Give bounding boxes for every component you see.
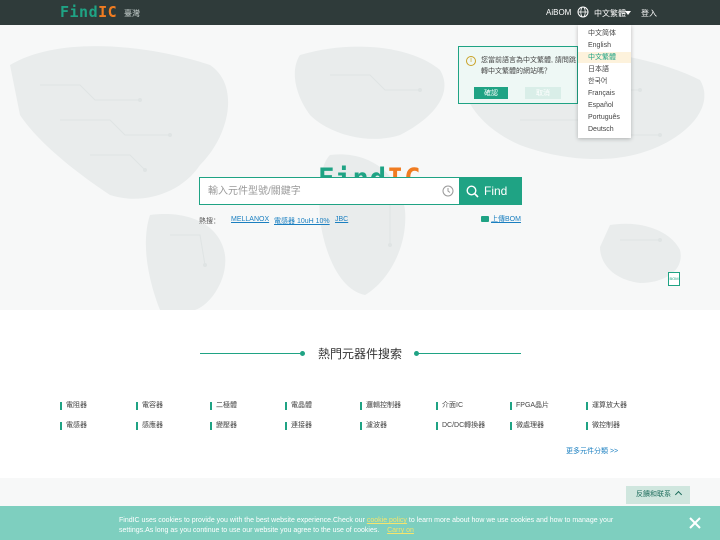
- category-link[interactable]: 微控制器: [586, 422, 620, 430]
- section-divider-dot: [300, 351, 305, 356]
- language-suggestion-popup: i 您當前語言為中文繁體, 請問跳轉中文繁體的網站嗎？ 確認 取消: [458, 46, 578, 104]
- category-link[interactable]: 二極體: [210, 402, 237, 410]
- more-categories-link[interactable]: 更多元件分類 >>: [566, 446, 618, 456]
- upload-bom-label: 上傳BOM: [491, 216, 521, 223]
- feedback-contact-button[interactable]: 反饋和联系: [626, 486, 690, 504]
- bom-file-icon[interactable]: BOM: [668, 272, 680, 286]
- category-link[interactable]: 電感器: [60, 422, 87, 430]
- region-selector[interactable]: 臺灣: [124, 8, 140, 19]
- category-link[interactable]: 電晶體: [285, 402, 312, 410]
- category-link[interactable]: 運算放大器: [586, 402, 627, 410]
- chevron-down-icon[interactable]: [625, 11, 631, 15]
- category-link[interactable]: 邏輯控制器: [360, 402, 401, 410]
- search-box: Find: [199, 177, 522, 205]
- category-link[interactable]: 感應器: [136, 422, 163, 430]
- carry-on-link[interactable]: Carry on: [387, 527, 414, 534]
- confirm-button[interactable]: 確認: [474, 87, 508, 99]
- hot-search-link[interactable]: 電感器 10uH 10%: [274, 216, 330, 226]
- language-option[interactable]: English: [578, 40, 631, 51]
- category-link[interactable]: 介面IC: [436, 402, 463, 410]
- language-option[interactable]: 中文简体: [578, 28, 631, 39]
- language-option[interactable]: 한국어: [578, 76, 631, 87]
- category-link[interactable]: 濾波器: [360, 422, 387, 430]
- category-link[interactable]: FPGA晶片: [510, 402, 549, 410]
- globe-icon[interactable]: [577, 6, 589, 18]
- language-option-selected[interactable]: 中文繁體: [578, 52, 631, 63]
- upload-bom-link[interactable]: 上傳BOM: [481, 214, 521, 224]
- close-icon[interactable]: [688, 516, 702, 530]
- category-link[interactable]: 連接器: [285, 422, 312, 430]
- hot-search-label: 熱搜：: [199, 218, 220, 225]
- category-link[interactable]: 電阻器: [60, 402, 87, 410]
- cookie-policy-link[interactable]: cookie policy: [367, 517, 407, 524]
- hot-search-link[interactable]: MELLANOX: [231, 216, 269, 223]
- hot-components-title: 熱門元器件搜索: [318, 347, 403, 361]
- category-link[interactable]: 變壓器: [210, 422, 237, 430]
- section-divider-right: [418, 353, 521, 354]
- hot-search-link[interactable]: JBC: [335, 216, 348, 223]
- cookie-text-part1: FindIC uses cookies to provide you with …: [119, 517, 367, 524]
- folder-icon: [481, 216, 489, 222]
- info-icon: i: [466, 56, 476, 66]
- popup-message: 您當前語言為中文繁體, 請問跳轉中文繁體的網站嗎？: [481, 57, 576, 75]
- feedback-label: 反饋和联系: [636, 491, 671, 498]
- language-option[interactable]: Deutsch: [578, 124, 631, 135]
- category-link[interactable]: DC/DC轉換器: [436, 422, 485, 430]
- logo-find-text: Find: [60, 3, 99, 21]
- logo-ic-text: IC: [98, 3, 118, 21]
- cookie-banner: FindIC uses cookies to provide you with …: [0, 506, 720, 540]
- category-link[interactable]: 微處理器: [510, 422, 544, 430]
- cancel-button[interactable]: 取消: [525, 87, 561, 99]
- language-selector[interactable]: 中文繁體: [594, 8, 626, 19]
- chevron-up-icon: [674, 490, 682, 499]
- language-option[interactable]: Español: [578, 100, 631, 111]
- find-button-label: Find: [484, 184, 508, 198]
- nav-aibom-link[interactable]: AiBOM: [546, 8, 571, 17]
- login-link[interactable]: 登入: [641, 8, 657, 19]
- language-option[interactable]: Français: [578, 88, 631, 99]
- search-icon: [466, 185, 479, 198]
- cookie-message: FindIC uses cookies to provide you with …: [119, 516, 619, 536]
- find-search-button[interactable]: Find: [459, 177, 522, 205]
- top-bar: FindIC 臺灣 AiBOM 中文繁體 登入: [0, 0, 720, 25]
- section-divider-left: [200, 353, 300, 354]
- language-dropdown: 中文简体 English 中文繁體 日本語 한국어 Français Españ…: [578, 25, 631, 138]
- category-link[interactable]: 電容器: [136, 402, 163, 410]
- history-clock-icon[interactable]: [442, 185, 454, 197]
- language-option[interactable]: Português: [578, 112, 631, 123]
- search-input[interactable]: [200, 178, 438, 204]
- language-option[interactable]: 日本語: [578, 64, 631, 75]
- findic-logo-small[interactable]: FindIC: [60, 3, 117, 21]
